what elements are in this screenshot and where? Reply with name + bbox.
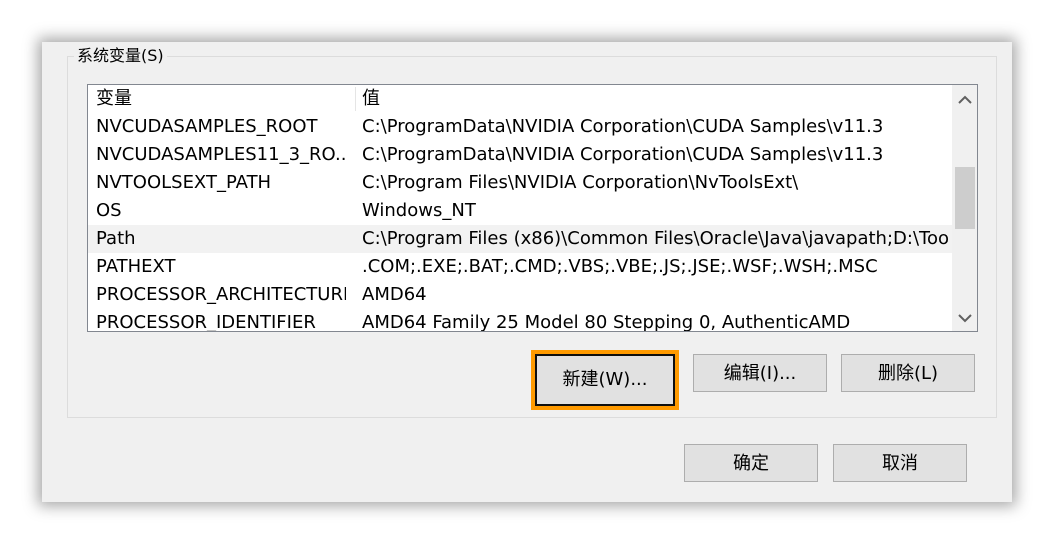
column-header-variable[interactable]: 变量 — [96, 85, 346, 113]
variable-value: C:\Program Files (x86)\Common Files\Orac… — [362, 228, 950, 249]
scroll-up-arrow[interactable] — [952, 87, 977, 113]
cancel-button[interactable]: 取消 — [833, 444, 967, 482]
variable-name: PATHEXT — [96, 256, 176, 277]
list-content: 变量 值 NVCUDASAMPLES_ROOT C:\ProgramData\N… — [88, 85, 952, 331]
column-header-value[interactable]: 值 — [362, 85, 950, 113]
chevron-down-icon — [957, 314, 972, 323]
table-row[interactable]: PROCESSOR_ARCHITECTURE AMD64 — [88, 281, 952, 309]
variable-value: C:\ProgramData\NVIDIA Corporation\CUDA S… — [362, 144, 884, 165]
new-button[interactable]: 新建(W)... — [531, 350, 679, 410]
scroll-down-arrow[interactable] — [952, 305, 977, 331]
edit-button[interactable]: 编辑(I)... — [693, 354, 827, 392]
scrollbar-thumb[interactable] — [955, 167, 975, 229]
variable-name: NVCUDASAMPLES11_3_RO... — [96, 144, 346, 165]
table-row[interactable]: NVCUDASAMPLES_ROOT C:\ProgramData\NVIDIA… — [88, 113, 952, 141]
table-row-selected[interactable]: Path C:\Program Files (x86)\Common Files… — [88, 225, 952, 253]
system-variables-list[interactable]: 变量 值 NVCUDASAMPLES_ROOT C:\ProgramData\N… — [87, 84, 978, 332]
variable-name: Path — [96, 228, 136, 249]
variable-value: AMD64 — [362, 284, 427, 305]
variable-name: NVCUDASAMPLES_ROOT — [96, 116, 318, 137]
variable-value: Windows_NT — [362, 200, 476, 221]
list-header: 变量 值 — [88, 85, 952, 113]
variable-value: C:\Program Files\NVIDIA Corporation\NvTo… — [362, 172, 799, 193]
variable-name: PROCESSOR_IDENTIFIER — [96, 312, 316, 331]
delete-button[interactable]: 删除(L) — [841, 354, 975, 392]
column-separator[interactable] — [355, 87, 356, 111]
variable-value: .COM;.EXE;.BAT;.CMD;.VBS;.VBE;.JS;.JSE;.… — [362, 256, 878, 277]
group-title: 系统变量(S) — [74, 46, 167, 66]
table-row[interactable]: OS Windows_NT — [88, 197, 952, 225]
table-row[interactable]: NVTOOLSEXT_PATH C:\Program Files\NVIDIA … — [88, 169, 952, 197]
chevron-up-icon — [957, 95, 972, 104]
vertical-scrollbar[interactable] — [952, 85, 977, 331]
ok-button[interactable]: 确定 — [684, 444, 818, 482]
table-row[interactable]: NVCUDASAMPLES11_3_RO... C:\ProgramData\N… — [88, 141, 952, 169]
variable-value: C:\ProgramData\NVIDIA Corporation\CUDA S… — [362, 116, 884, 137]
environment-variables-dialog: 系统变量(S) 变量 值 NVCUDASAMPLES_ROOT C:\Progr… — [42, 42, 1012, 502]
table-row[interactable]: PATHEXT .COM;.EXE;.BAT;.CMD;.VBS;.VBE;.J… — [88, 253, 952, 281]
variable-name: OS — [96, 200, 122, 221]
variable-value: AMD64 Family 25 Model 80 Stepping 0, Aut… — [362, 312, 851, 331]
table-row[interactable]: PROCESSOR_IDENTIFIER AMD64 Family 25 Mod… — [88, 309, 952, 331]
variable-name: NVTOOLSEXT_PATH — [96, 172, 272, 193]
variable-name: PROCESSOR_ARCHITECTURE — [96, 284, 346, 305]
